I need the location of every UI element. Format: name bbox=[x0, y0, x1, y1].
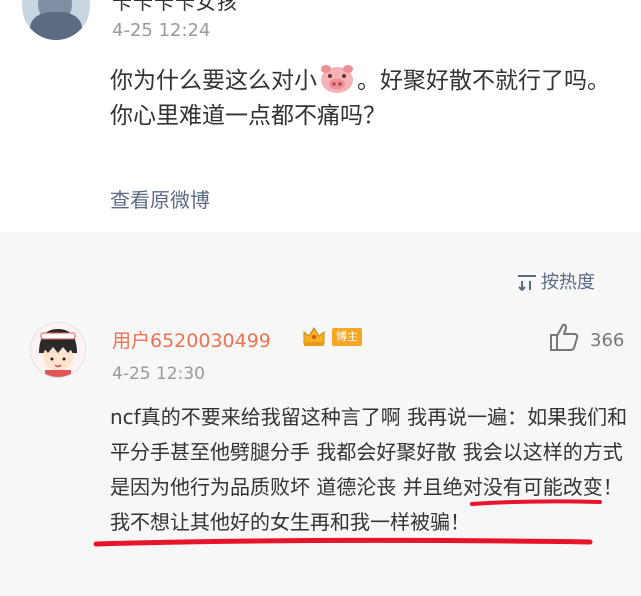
author-badge: 博主 bbox=[332, 328, 362, 346]
pig-icon bbox=[321, 65, 353, 93]
post-author-avatar[interactable] bbox=[22, 0, 90, 40]
comments-section: 按热度 用户6520030499 博主 366 4-25 12:30 ncf真的… bbox=[0, 232, 641, 596]
post-author-name[interactable]: 卡卡卡卡女孩 bbox=[112, 0, 238, 15]
sort-icon bbox=[518, 275, 536, 292]
sort-label: 按热度 bbox=[541, 272, 595, 293]
original-post: 卡卡卡卡女孩 4-25 12:24 你为什么要这么对小 。好聚好散不就行了吗。你… bbox=[0, 0, 641, 232]
comment-text: ncf真的不要来给我留这种言了啊 我再说一遍：如果我们和平分手甚至他劈腿分手 我… bbox=[110, 405, 628, 534]
thumbs-up-icon[interactable] bbox=[548, 322, 580, 352]
sort-button[interactable]: 按热度 bbox=[517, 268, 595, 294]
commenter-username[interactable]: 用户6520030499 bbox=[112, 326, 271, 353]
post-text-part1: 你为什么要这么对小 bbox=[110, 68, 317, 94]
commenter-avatar[interactable] bbox=[30, 322, 86, 378]
crown-icon bbox=[303, 327, 325, 346]
like-count: 366 bbox=[590, 330, 625, 351]
post-text: 你为什么要这么对小 。好聚好散不就行了吗。你心里难道一点都不痛吗？ bbox=[110, 64, 625, 134]
post-time: 4-25 12:24 bbox=[112, 20, 211, 41]
comment-time: 4-25 12:30 bbox=[112, 364, 205, 384]
view-original-link[interactable]: 查看原微博 bbox=[110, 184, 210, 213]
